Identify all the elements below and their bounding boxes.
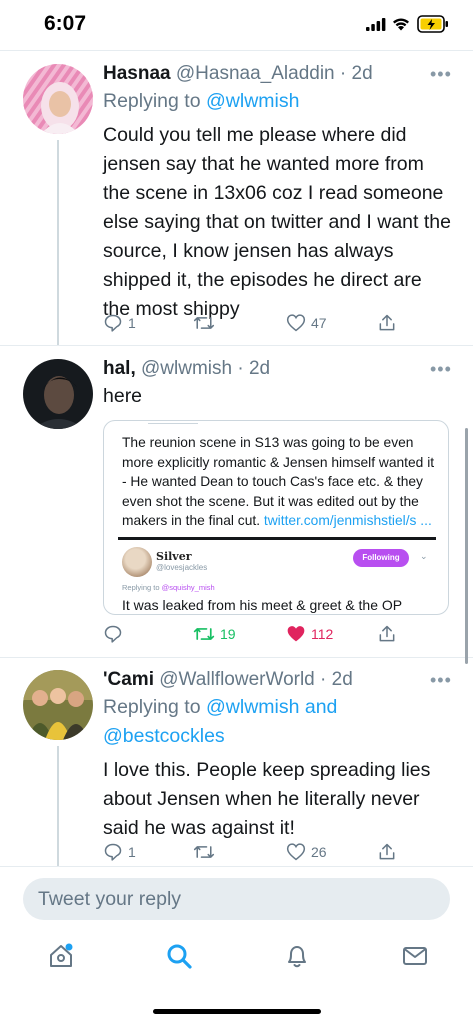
- like-count: 26: [311, 843, 327, 860]
- tab-notifications[interactable]: [283, 942, 311, 975]
- reply-count: 1: [128, 844, 136, 860]
- display-name[interactable]: 'Cami: [103, 669, 154, 690]
- share-button[interactable]: [377, 842, 397, 862]
- avatar[interactable]: [23, 670, 93, 740]
- replying-to: Replying to @wlwmish and: [103, 693, 337, 722]
- bottom-tab-bar: [0, 932, 473, 1024]
- tab-search[interactable]: [165, 942, 193, 975]
- replying-to-label: Replying to: [103, 696, 206, 718]
- reply-input[interactable]: Tweet your reply: [23, 878, 450, 920]
- tab-home[interactable]: [47, 942, 75, 975]
- replying-to-continued: @bestcockles: [103, 722, 225, 751]
- retweet-button[interactable]: [193, 842, 220, 862]
- retweet-icon: [193, 846, 215, 858]
- tweet-cami[interactable]: 'Cami @WallflowerWorld · 2d ••• Replying…: [0, 0, 473, 866]
- reply-placeholder: Tweet your reply: [38, 888, 182, 910]
- home-indicator[interactable]: [153, 1009, 321, 1014]
- reply-button[interactable]: 1: [103, 842, 136, 862]
- reply-composer-bar: Tweet your reply: [0, 866, 473, 932]
- tab-messages[interactable]: [401, 942, 429, 975]
- home-icon: [50, 943, 73, 967]
- share-icon: [379, 843, 395, 860]
- tweet-actions: 1 26: [0, 842, 473, 866]
- like-button[interactable]: 26: [286, 842, 327, 861]
- reply-mention[interactable]: @bestcockles: [103, 725, 225, 747]
- heart-icon: [286, 843, 306, 861]
- tweet-text: I love this. People keep spreading lies …: [103, 759, 431, 839]
- handle-and-time: @WallflowerWorld · 2d: [159, 669, 353, 690]
- messages-icon: [403, 947, 427, 965]
- tweet-header: 'Cami @WallflowerWorld · 2d: [103, 669, 353, 691]
- search-icon: [167, 944, 192, 969]
- reply-mention[interactable]: @wlwmish and: [206, 696, 337, 718]
- reply-icon: [104, 843, 122, 861]
- more-options-icon[interactable]: •••: [430, 670, 452, 691]
- scrollbar[interactable]: [465, 428, 468, 664]
- notifications-icon: [288, 946, 306, 968]
